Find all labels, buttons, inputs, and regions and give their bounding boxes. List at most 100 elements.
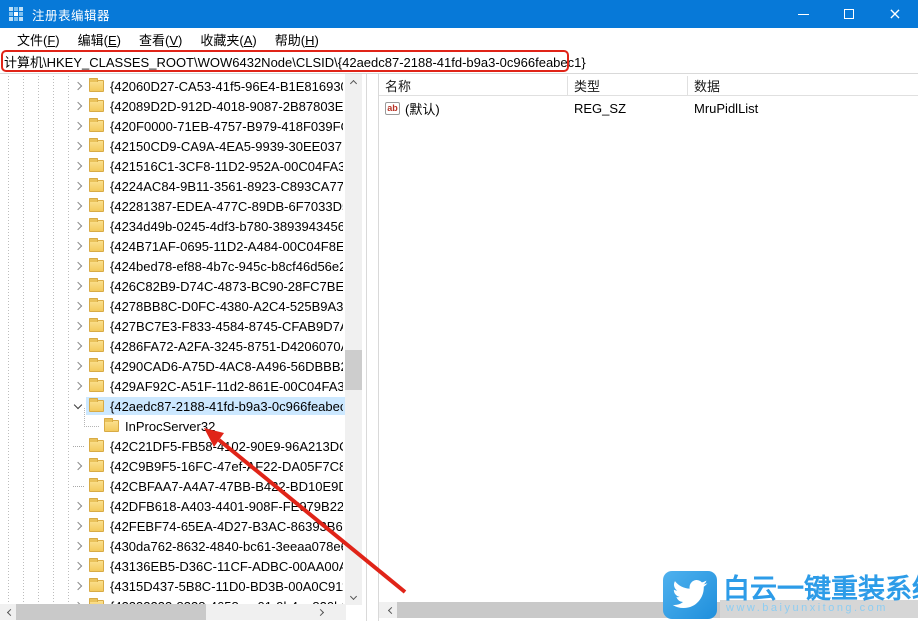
tree-row-label: InProcServer32: [125, 419, 215, 434]
folder-icon: [89, 380, 104, 392]
tree-row[interactable]: {42FEBF74-65EA-4D27-B3AC-86393B6AFA: [0, 516, 346, 536]
tree-row[interactable]: {4315D437-5B8C-11D0-BD3B-00A0C911C: [0, 576, 346, 596]
expand-chevron[interactable]: [70, 263, 86, 269]
scroll-left-icon[interactable]: [0, 604, 17, 620]
tree-row[interactable]: {426C82B9-D74C-4873-BC90-28FC7BE0A3: [0, 276, 346, 296]
tree-row[interactable]: {430da762-8632-4840-bc61-3eeaa078e62: [0, 536, 346, 556]
window-controls: ×: [780, 0, 918, 28]
tree-row[interactable]: {42aedc87-2188-41fd-b9a3-0c966feabec1}: [0, 396, 346, 416]
expand-chevron[interactable]: [70, 243, 86, 249]
tree-row-label: {420F0000-71EB-4757-B979-418F039FC1F: [110, 119, 343, 134]
menu-item[interactable]: 文件(F): [8, 28, 69, 51]
column-header-type[interactable]: 类型: [568, 76, 688, 95]
menu-item[interactable]: 查看(V): [130, 28, 191, 51]
menu-item[interactable]: 帮助(H): [266, 28, 328, 51]
tree-vscroll-thumb[interactable]: [345, 350, 362, 390]
tree-row[interactable]: {4290CAD6-A75D-4AC8-A496-56DBBB28E: [0, 356, 346, 376]
expand-chevron[interactable]: [70, 463, 86, 469]
values-list: ab(默认) REG_SZ MruPidlList: [379, 98, 918, 118]
expand-chevron[interactable]: [70, 563, 86, 569]
tree-row-label: {42CBFAA7-A4A7-47BB-B422-BD10E9D02: [110, 479, 343, 494]
window-title: 注册表编辑器: [32, 5, 110, 24]
main-area: {42060D27-CA53-41f5-96E4-B1E8169308A {42…: [0, 74, 918, 621]
tree-row[interactable]: {427BC7E3-F833-4584-8745-CFAB9D7A57: [0, 316, 346, 336]
tree-vertical-scrollbar[interactable]: [345, 74, 362, 605]
expand-chevron[interactable]: [70, 486, 86, 487]
folder-icon: [89, 520, 104, 532]
folder-icon: [89, 340, 104, 352]
expand-chevron[interactable]: [70, 123, 86, 129]
expand-chevron[interactable]: [70, 543, 86, 549]
tree-row[interactable]: {42281387-EDEA-477C-89DB-6F7033D518: [0, 196, 346, 216]
tree-row[interactable]: {42089D2D-912D-4018-9087-2B87803E93: [0, 96, 346, 116]
registry-tree: {42060D27-CA53-41f5-96E4-B1E8169308A {42…: [0, 76, 346, 605]
expand-chevron[interactable]: [70, 203, 86, 209]
menu-item[interactable]: 编辑(E): [69, 28, 130, 51]
tree-row[interactable]: {429AF92C-A51F-11d2-861E-00C04FA35C: [0, 376, 346, 396]
scroll-left-icon[interactable]: [381, 602, 398, 618]
tree-row[interactable]: {424bed78-ef88-4b7c-945c-b8cf46d56e20: [0, 256, 346, 276]
tree-row[interactable]: {42DFB618-A403-4401-908F-FE979B2215: [0, 496, 346, 516]
expand-chevron[interactable]: [70, 163, 86, 169]
column-header-name[interactable]: 名称: [379, 76, 568, 95]
address-bar[interactable]: 计算机\HKEY_CLASSES_ROOT\WOW6432Node\CLSID\…: [0, 50, 918, 74]
tree-row[interactable]: {424B71AF-0695-11D2-A484-00C04F8EFB6: [0, 236, 346, 256]
expand-chevron[interactable]: [70, 523, 86, 529]
tree-row[interactable]: {4278BB8C-D0FC-4380-A2C4-525B9A396F: [0, 296, 346, 316]
tree-horizontal-scrollbar[interactable]: [0, 604, 346, 620]
scroll-right-icon[interactable]: [313, 604, 330, 620]
menu-item[interactable]: 收藏夹(A): [191, 28, 265, 51]
tree-row[interactable]: {4224AC84-9B11-3561-8923-C893CA77AC: [0, 176, 346, 196]
watermark-title: 白云一键重装系统: [723, 567, 918, 606]
value-name: (默认): [405, 99, 440, 118]
tree-row-label: {42150CD9-CA9A-4EA5-9939-30EE037F6E: [110, 139, 343, 154]
tree-row[interactable]: {421516C1-3CF8-11D2-952A-00C04FA34F0: [0, 156, 346, 176]
minimize-button[interactable]: [780, 0, 826, 28]
folder-icon: [89, 300, 104, 312]
folder-icon: [89, 100, 104, 112]
column-header-data[interactable]: 数据: [688, 76, 918, 95]
value-row[interactable]: ab(默认) REG_SZ MruPidlList: [379, 98, 918, 118]
tree-row[interactable]: {4286FA72-A2FA-3245-8751-D4206070A1: [0, 336, 346, 356]
expand-chevron[interactable]: [70, 143, 86, 149]
maximize-icon: [844, 9, 854, 19]
expand-chevron[interactable]: [70, 303, 86, 309]
expand-chevron[interactable]: [70, 83, 86, 89]
close-button[interactable]: ×: [872, 0, 918, 28]
expand-chevron[interactable]: [70, 343, 86, 349]
scroll-up-icon[interactable]: [345, 74, 362, 89]
tree-row-label: {42DFB618-A403-4401-908F-FE979B2215: [110, 499, 343, 514]
expand-chevron[interactable]: [70, 503, 86, 509]
tree-row[interactable]: {420F0000-71EB-4757-B979-418F039FC1F: [0, 116, 346, 136]
tree-row[interactable]: {42150CD9-CA9A-4EA5-9939-30EE037F6E: [0, 136, 346, 156]
tree-row[interactable]: {42C21DF5-FB58-4102-90E9-96A213DC7C: [0, 436, 346, 456]
tree-row[interactable]: {42CBFAA7-A4A7-47BB-B422-BD10E9D02: [0, 476, 346, 496]
expand-chevron[interactable]: [70, 183, 86, 189]
tree-row-label: {4278BB8C-D0FC-4380-A2C4-525B9A396F: [110, 299, 343, 314]
expand-chevron[interactable]: [70, 223, 86, 229]
tree-row-label: {426C82B9-D74C-4873-BC90-28FC7BE0A3: [110, 279, 343, 294]
tree-row[interactable]: {42C9B9F5-16FC-47ef-AF22-DA05F7C842E: [0, 456, 346, 476]
expand-chevron[interactable]: [70, 103, 86, 109]
maximize-button[interactable]: [826, 0, 872, 28]
tree-row-label: {42aedc87-2188-41fd-b9a3-0c966feabec1}: [110, 399, 343, 414]
address-path: 计算机\HKEY_CLASSES_ROOT\WOW6432Node\CLSID\…: [4, 52, 586, 71]
scroll-down-icon[interactable]: [345, 590, 362, 605]
value-data: MruPidlList: [688, 101, 918, 116]
expand-chevron[interactable]: [70, 583, 86, 589]
expand-chevron[interactable]: [70, 383, 86, 389]
tree-row-label: {421516C1-3CF8-11D2-952A-00C04FA34F0: [110, 159, 343, 174]
value-type: REG_SZ: [568, 101, 688, 116]
tree-row[interactable]: InProcServer32: [0, 416, 346, 436]
tree-row[interactable]: {43136EB5-D36C-11CF-ADBC-00AA00A80: [0, 556, 346, 576]
tree-row-label: {4315D437-5B8C-11D0-BD3B-00A0C911C: [110, 579, 343, 594]
expand-chevron[interactable]: [70, 446, 86, 447]
expand-chevron[interactable]: [70, 363, 86, 369]
expand-chevron[interactable]: [85, 423, 101, 429]
folder-icon: [89, 360, 104, 372]
tree-row[interactable]: {42060D27-CA53-41f5-96E4-B1E8169308A: [0, 76, 346, 96]
tree-row[interactable]: {4234d49b-0245-4df3-b780-3893943456e: [0, 216, 346, 236]
expand-chevron[interactable]: [70, 323, 86, 329]
expand-chevron[interactable]: [70, 283, 86, 289]
tree-hscroll-thumb[interactable]: [16, 604, 206, 620]
